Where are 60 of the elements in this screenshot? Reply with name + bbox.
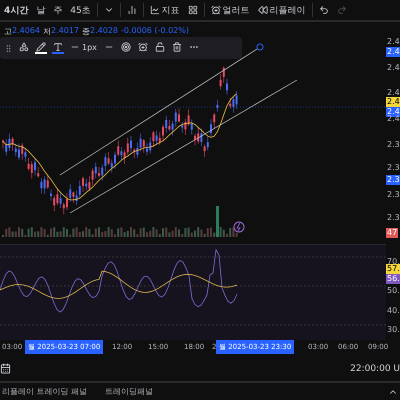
rsi-label: 70. [386, 257, 400, 266]
alarm-clock-icon [210, 5, 221, 15]
calendar-icon[interactable] [0, 363, 11, 374]
interval-button[interactable]: 주 [51, 4, 64, 16]
interval-button[interactable]: 날 [34, 4, 48, 16]
price-label: 2.3 [386, 140, 400, 150]
visibility-button[interactable] [120, 42, 132, 54]
rsi-label: 56. [386, 274, 400, 284]
rsi-label: 40. [386, 306, 400, 316]
price-label: 2.4 [386, 88, 400, 98]
alert-button[interactable]: 얼러트 [208, 4, 252, 16]
price-label: 2.4 [386, 63, 400, 73]
panel-tab[interactable]: 트레이딩패널 [105, 386, 154, 397]
legend-value: 2.4017 [51, 26, 79, 37]
legend-label: 저 [43, 26, 51, 37]
indicators-button[interactable]: 지표 [148, 4, 182, 16]
lock-button[interactable] [154, 42, 166, 54]
rewind-icon [258, 5, 268, 15]
drag-handle-icon[interactable] [4, 44, 13, 52]
target-icon [120, 42, 131, 52]
clock-time: 22:00:00 U [350, 364, 400, 374]
undo-icon [318, 5, 329, 15]
legend-value: 2.4064 [12, 26, 40, 37]
unlock-icon [154, 42, 165, 52]
panel-tab[interactable]: 리플레이 트레이딩 패널 [2, 386, 88, 397]
text-color-button[interactable] [52, 42, 64, 54]
price-label: 2.3 [386, 190, 400, 200]
shapes-icon [19, 42, 29, 52]
price-label: 2.3 [386, 163, 400, 173]
legend-change: -0.0006 (-0.02%) [121, 26, 189, 37]
price-label: 47 [386, 228, 398, 238]
text-icon [53, 42, 63, 52]
delete-button[interactable] [170, 42, 183, 54]
price-label: 2.3 [386, 175, 400, 185]
trash-icon [172, 42, 182, 52]
replay-button[interactable]: 리플레이 [256, 4, 308, 16]
line-width-button[interactable]: 1px [69, 42, 98, 54]
legend-label: 종 [82, 26, 90, 37]
chart-line-icon [150, 5, 160, 15]
price-label: 2.4 [386, 47, 400, 57]
rsi-label: 30. [386, 325, 400, 335]
legend-label: 고 [4, 26, 12, 37]
lightning-icon[interactable] [234, 222, 244, 232]
alarm-clock-icon [138, 42, 148, 52]
drag-handle[interactable] [256, 44, 264, 50]
price-label: 2.4 [386, 97, 400, 107]
price-label: 2.4 [386, 37, 400, 47]
rsi-label: 50. [386, 286, 400, 296]
pencil-icon [36, 42, 46, 52]
legend-value: 2.4028 [90, 26, 118, 37]
interval-button[interactable]: 45초 [68, 4, 93, 16]
redo-icon [336, 5, 347, 15]
grid-icon [188, 5, 198, 15]
channel-line[interactable] [70, 80, 298, 214]
line-color-button[interactable] [35, 42, 47, 54]
templates-button[interactable] [18, 42, 30, 54]
interval-button[interactable]: 4시간 [2, 4, 30, 16]
add-alert-button[interactable] [136, 42, 149, 54]
rsi-label: 57. [386, 264, 400, 274]
price-label: 2.3 [386, 213, 400, 223]
